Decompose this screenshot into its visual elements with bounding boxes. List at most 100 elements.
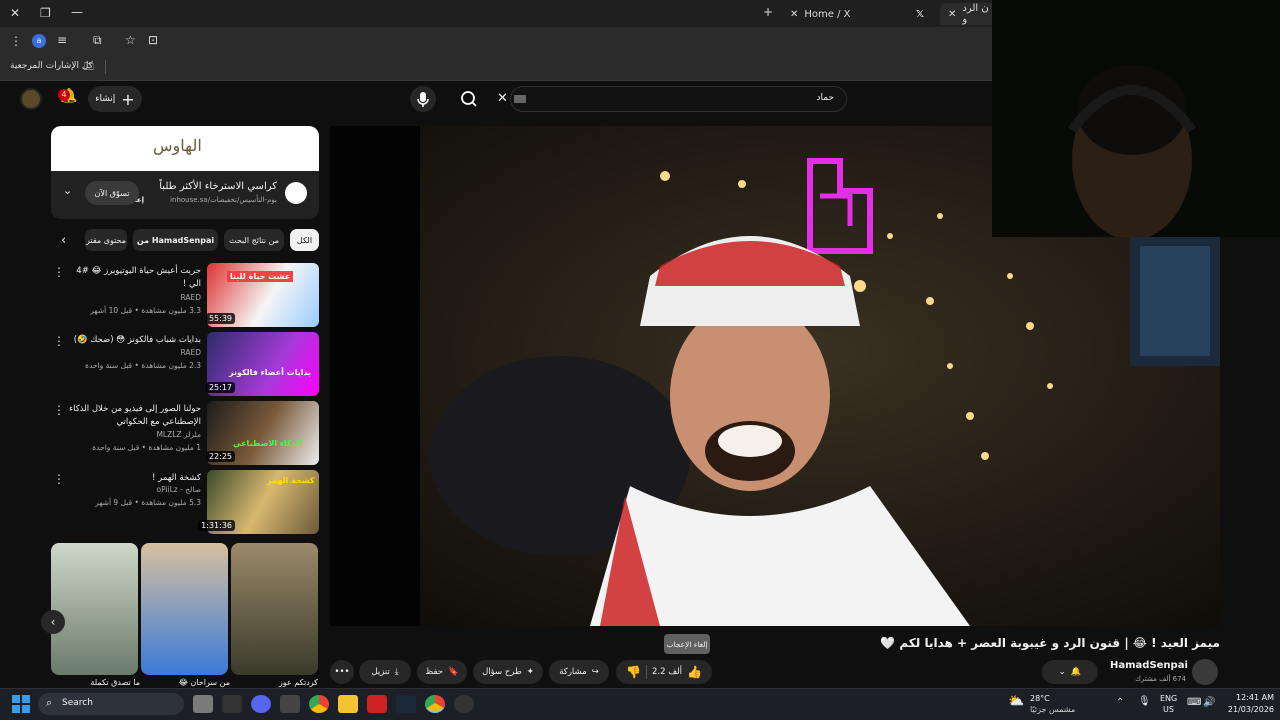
- share-label: مشاركة: [559, 667, 587, 677]
- short-caption: كردتكم عوز: [278, 678, 318, 687]
- taskbar-search-box[interactable]: ⌕ Search: [38, 693, 184, 715]
- extensions-icon[interactable]: ⧉: [93, 33, 102, 48]
- media-control-icon[interactable]: ≡: [57, 33, 67, 47]
- app-icon[interactable]: [280, 695, 300, 713]
- x-logo-icon: 𝕏: [915, 8, 924, 20]
- task-view-icon[interactable]: [193, 695, 213, 713]
- shop-now-button[interactable]: تسوّق الآن: [85, 181, 139, 205]
- account-avatar[interactable]: [20, 88, 42, 110]
- search-icon: [461, 91, 477, 107]
- plus-icon: +: [121, 89, 135, 109]
- clock-time[interactable]: 12:41 AM: [1222, 693, 1274, 702]
- thumbnail-text: كشخة الهمر: [267, 476, 315, 485]
- search-button[interactable]: [450, 86, 488, 112]
- shorts-prev-button[interactable]: ‹: [41, 610, 65, 634]
- view-count: 2.3 مليون مشاهدة • قبل سنة واحدة: [85, 361, 201, 370]
- channel-name[interactable]: ملزلز MLZLZ: [61, 430, 201, 439]
- video-title: كشخة الهمر !: [152, 473, 201, 483]
- network-icon[interactable]: ⌨: [1187, 697, 1201, 708]
- more-options-icon[interactable]: ⋮: [53, 265, 65, 279]
- chip-from-search[interactable]: من نتائج البحث: [224, 229, 284, 251]
- tab-label: Home / X: [804, 8, 851, 20]
- more-actions-button[interactable]: •••: [330, 660, 354, 684]
- download-button[interactable]: تنزيل ⤓: [359, 660, 411, 684]
- microphone-tray-icon[interactable]: 🎙: [1138, 696, 1151, 707]
- create-label: إنشاء: [95, 94, 116, 104]
- tray-chevron-icon[interactable]: ⌃: [1116, 697, 1124, 708]
- file-explorer-icon[interactable]: [338, 695, 358, 713]
- discord-icon[interactable]: [251, 695, 271, 713]
- more-options-icon[interactable]: ⋮: [53, 472, 65, 486]
- channel-name[interactable]: HamadSenpai: [1110, 660, 1188, 671]
- all-bookmarks-label[interactable]: كل الإشارات المرجعية: [10, 61, 93, 71]
- recommendation-item[interactable]: عشت حياة للبنا 55:39 جربت أعيش حياة اليو…: [51, 263, 319, 327]
- reader-mode-icon[interactable]: ⊡: [148, 33, 158, 47]
- tab-youtube-video[interactable]: ✕ ن الرد و: [940, 3, 1000, 25]
- ad-logo-avatar: [285, 182, 307, 204]
- short-caption: من سراحان 😂: [178, 678, 230, 687]
- clock-date: 21/03/2026: [1227, 705, 1274, 714]
- short-thumbnail[interactable]: [231, 543, 318, 675]
- like-icon[interactable]: 👍: [687, 665, 702, 679]
- weather-temp[interactable]: 28°C: [1030, 694, 1050, 703]
- more-options-icon[interactable]: ⋮: [53, 403, 65, 417]
- chevron-down-icon: ⌄: [1058, 667, 1066, 677]
- obs-icon[interactable]: [454, 695, 474, 713]
- video-title: جربت أعيش حياة اليوتيوبرز 😂 #4 الي !: [76, 266, 201, 289]
- create-button[interactable]: إنشاء +: [88, 86, 142, 112]
- chrome-active-icon[interactable]: [425, 695, 445, 713]
- download-label: تنزيل: [371, 667, 390, 677]
- search-icon: ⌕: [46, 696, 53, 709]
- bookmark-star-icon[interactable]: ☆: [125, 33, 136, 47]
- channel-name[interactable]: RAED: [61, 293, 201, 302]
- short-thumbnail[interactable]: [141, 543, 228, 675]
- views-text: 1 مليون مشاهدة: [148, 443, 201, 452]
- acrobat-icon[interactable]: [367, 695, 387, 713]
- ask-button[interactable]: طرح سؤال ✦: [473, 660, 543, 684]
- search-box[interactable]: ✕ حماد: [497, 86, 847, 112]
- age-text: قبل سنة واحدة: [85, 361, 133, 370]
- recommendation-item[interactable]: بدايات أعضاء فالكونز 25:17 بدايات شباب ف…: [51, 332, 319, 396]
- steam-icon[interactable]: [396, 695, 416, 713]
- chip-from-channel[interactable]: من HamadSenpai: [133, 229, 218, 251]
- sponsored-ad-card[interactable]: الهاوس كراسي الاسترخاء الأكثر طلباً inho…: [51, 126, 319, 219]
- volume-icon[interactable]: 🔊: [1203, 697, 1215, 708]
- channel-name[interactable]: RAED: [61, 348, 201, 357]
- dislike-icon[interactable]: 👎: [626, 665, 641, 679]
- like-count[interactable]: 2.2 ألف: [652, 667, 682, 677]
- keyboard-icon[interactable]: [514, 95, 526, 103]
- short-thumbnail[interactable]: [51, 543, 138, 675]
- new-tab-button[interactable]: +: [763, 5, 773, 19]
- language-indicator[interactable]: ENG: [1160, 694, 1177, 703]
- chip-suggested[interactable]: محتوى مقتر: [85, 229, 127, 251]
- clear-search-icon[interactable]: ✕: [497, 91, 508, 106]
- share-button[interactable]: مشاركة ↪: [549, 660, 609, 684]
- chips-scroll-left-icon[interactable]: ‹: [61, 233, 66, 248]
- notification-count-badge: 4: [58, 89, 70, 101]
- recommendation-item[interactable]: كشخة الهمر 1:31:36 كشخة الهمر ! صالح - o…: [51, 470, 319, 534]
- channel-avatar[interactable]: [1192, 659, 1218, 685]
- bookmarks-divider: [105, 60, 106, 74]
- voice-search-button[interactable]: [410, 86, 436, 112]
- close-window-icon[interactable]: ✕: [10, 6, 20, 20]
- tab-close-icon[interactable]: ✕: [948, 9, 956, 20]
- chrome-icon[interactable]: [309, 695, 329, 713]
- subscribed-button[interactable]: ⌄ 🔔: [1042, 660, 1098, 684]
- menu-icon[interactable]: ⋮: [10, 34, 22, 48]
- view-count: 5.3 مليون مشاهدة • قبل 9 أشهر: [95, 498, 201, 507]
- chip-all[interactable]: الكل: [290, 229, 319, 251]
- chevron-down-icon[interactable]: ⌄: [63, 184, 72, 197]
- restore-window-icon[interactable]: ❐: [40, 6, 51, 20]
- channel-name[interactable]: صالح - oPiiLz: [61, 485, 202, 494]
- windows-start-icon[interactable]: [12, 695, 30, 713]
- save-button[interactable]: حفظ 🔖: [417, 660, 467, 684]
- search-input[interactable]: حماد: [816, 93, 834, 103]
- tab-close-icon[interactable]: ✕: [790, 9, 798, 20]
- more-options-icon[interactable]: ⋮: [53, 334, 65, 348]
- app-icon[interactable]: [222, 695, 242, 713]
- tab-x-home[interactable]: ✕ Home / X 𝕏: [782, 3, 932, 25]
- video-title: بدايات شباب فالكونز 😳 (ضحك 🤣): [73, 335, 201, 345]
- profile-avatar[interactable]: a: [32, 34, 46, 48]
- recommendation-item[interactable]: الذكاء الاصطناعي 22:25 حولنا الصور إلى ف…: [51, 401, 319, 465]
- minimize-window-icon[interactable]: —: [71, 5, 83, 19]
